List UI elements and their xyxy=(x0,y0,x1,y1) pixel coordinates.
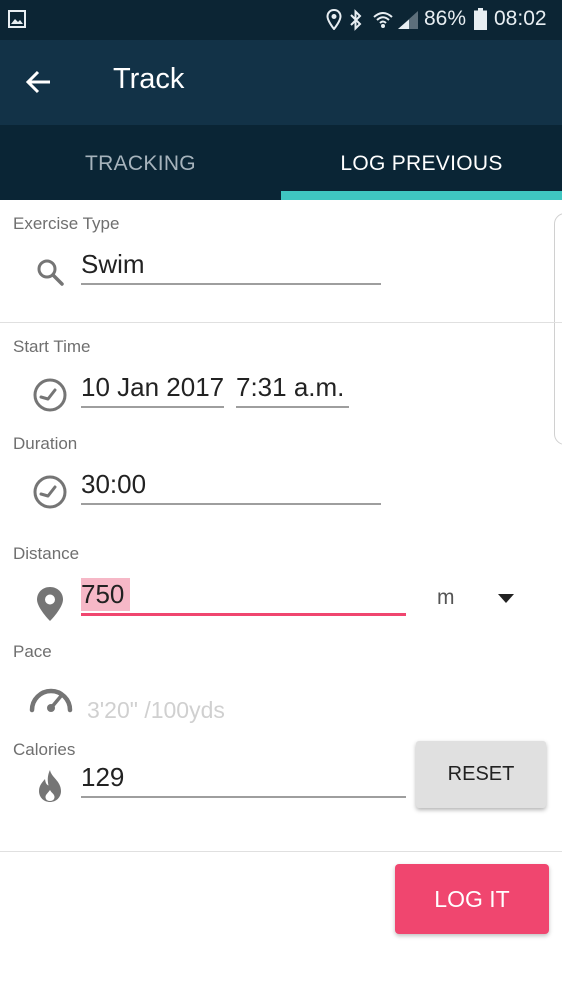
status-bar: 86% 08:02 xyxy=(0,0,562,40)
start-time-label: Start Time xyxy=(13,337,91,356)
start-time-input[interactable]: 7:31 a.m. xyxy=(236,372,344,403)
battery-icon xyxy=(474,8,487,30)
distance-input[interactable]: 750 xyxy=(81,579,124,610)
clock-icon xyxy=(33,378,67,412)
tab-log-previous[interactable]: LOG PREVIOUS xyxy=(281,125,562,200)
side-panel-edge xyxy=(554,213,562,445)
distance-underline-focused xyxy=(81,613,406,616)
page-title: Track xyxy=(113,63,185,95)
duration-input[interactable]: 30:00 xyxy=(81,469,146,500)
distance-label: Distance xyxy=(13,544,80,563)
section-divider xyxy=(0,851,562,852)
search-icon xyxy=(37,259,64,286)
speedometer-icon xyxy=(29,688,73,713)
start-date-underline xyxy=(81,406,224,408)
flame-icon xyxy=(39,770,61,802)
start-time-underline xyxy=(236,406,349,408)
calories-input[interactable]: 129 xyxy=(81,762,124,793)
calories-underline xyxy=(81,796,406,798)
signal-icon xyxy=(398,11,418,29)
app-bar: Track xyxy=(0,40,562,125)
section-divider xyxy=(0,322,562,323)
battery-percent: 86% xyxy=(424,7,467,30)
dropdown-arrow-icon[interactable] xyxy=(497,593,515,604)
clock-icon xyxy=(33,475,67,509)
exercise-type-underline xyxy=(81,283,381,285)
image-icon xyxy=(8,10,26,28)
tab-tracking[interactable]: TRACKING xyxy=(0,125,281,200)
tab-indicator xyxy=(281,191,562,200)
distance-unit-select[interactable]: m xyxy=(437,586,455,610)
start-date-input[interactable]: 10 Jan 2017 xyxy=(81,372,224,403)
tab-bar: TRACKING LOG PREVIOUS xyxy=(0,125,562,200)
wifi-icon xyxy=(373,12,393,28)
calories-label: Calories xyxy=(13,740,76,759)
exercise-type-input[interactable]: Swim xyxy=(81,249,145,280)
pace-value: 3'20" /100yds xyxy=(87,697,225,723)
duration-underline xyxy=(81,503,381,505)
reset-button[interactable]: RESET xyxy=(416,741,546,808)
arrow-back-icon[interactable] xyxy=(24,68,52,96)
clock: 08:02 xyxy=(494,7,547,30)
location-icon xyxy=(326,9,342,30)
bluetooth-icon xyxy=(350,9,362,31)
pace-label: Pace xyxy=(13,642,52,661)
location-pin-icon xyxy=(37,587,63,621)
exercise-type-label: Exercise Type xyxy=(13,214,120,233)
log-it-button[interactable]: LOG IT xyxy=(395,864,549,934)
duration-label: Duration xyxy=(13,434,78,453)
